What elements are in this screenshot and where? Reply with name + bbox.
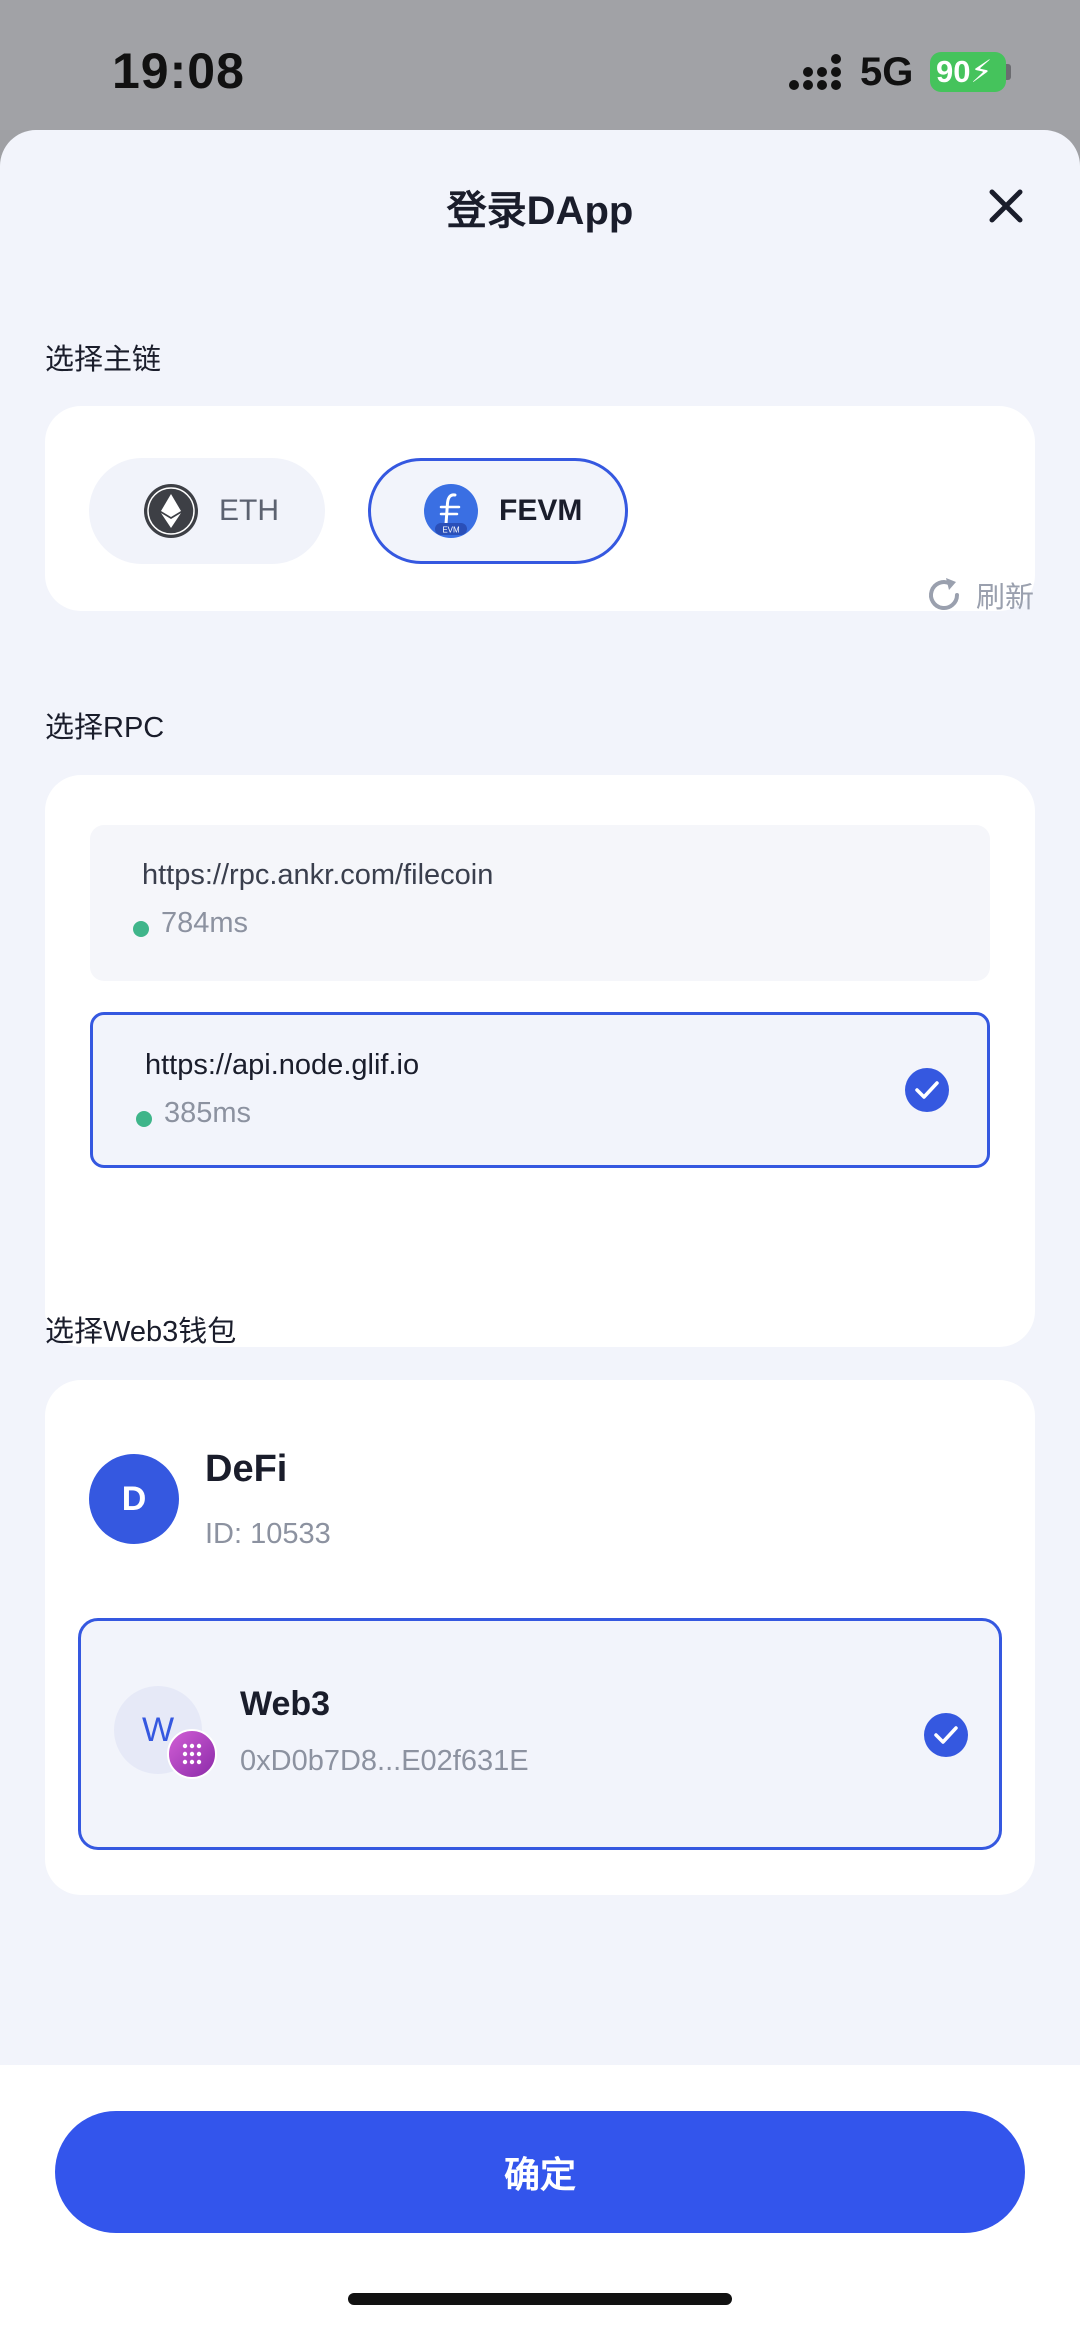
wallet-section-label: 选择Web3钱包 — [45, 1316, 237, 1348]
filecoin-evm-icon: EVM — [424, 484, 478, 538]
wallet-avatar: D — [89, 1454, 179, 1544]
chain-option-eth[interactable]: ETH — [89, 458, 325, 564]
account-name: Web3 — [240, 1685, 331, 1723]
chain-option-fevm[interactable]: EVM FEVM — [368, 458, 628, 564]
rpc-section-label: 选择RPC — [45, 712, 165, 744]
refresh-button[interactable]: 刷新 — [924, 574, 1034, 616]
wallet-name: DeFi — [205, 1448, 288, 1490]
status-time: 19:08 — [112, 43, 245, 99]
close-icon[interactable] — [984, 184, 1028, 228]
chain-option-label: ETH — [219, 494, 279, 527]
check-circle-icon — [924, 1713, 968, 1757]
chain-card: ETH EVM FEVM — [45, 406, 1035, 611]
confirm-button[interactable]: 确定 — [55, 2111, 1025, 2233]
evm-caption: EVM — [442, 526, 460, 535]
network-label: 5G — [860, 50, 914, 94]
rpc-url: https://rpc.ankr.com/filecoin — [142, 859, 494, 891]
rpc-latency: 784ms — [161, 907, 249, 939]
sheet-title: 登录DApp — [446, 189, 634, 233]
refresh-icon — [929, 578, 959, 611]
battery-cap — [1006, 64, 1011, 80]
wallet-app-badge-icon — [167, 1729, 217, 1779]
rpc-latency: 385ms — [164, 1097, 252, 1129]
web3-account-option[interactable]: W Web3 0xD0b7D8...E02f631E — [78, 1618, 1002, 1850]
latency-status-dot — [136, 1111, 152, 1127]
latency-status-dot — [133, 921, 149, 937]
rpc-option[interactable]: https://rpc.ankr.com/filecoin 784ms — [90, 825, 990, 981]
account-address: 0xD0b7D8...E02f631E — [240, 1745, 529, 1777]
check-circle-icon — [905, 1068, 949, 1112]
refresh-label: 刷新 — [976, 582, 1035, 614]
ethereum-icon — [144, 484, 198, 538]
battery-level: 90 — [936, 54, 971, 89]
signal-icon — [789, 54, 841, 90]
footer: 确定 — [0, 2065, 1080, 2337]
chain-section-label: 选择主链 — [45, 344, 162, 376]
rpc-option-selected[interactable]: https://api.node.glif.io 385ms — [90, 1012, 990, 1168]
charging-icon: ⚡ — [970, 54, 993, 89]
battery-indicator: 90⚡ — [930, 52, 1006, 92]
wallet-card: D DeFi ID: 10533 W Web3 0xD0b7D8...E02f6… — [45, 1380, 1035, 1895]
wallet-id: ID: 10533 — [205, 1518, 331, 1550]
login-dapp-sheet: 登录DApp 选择主链 ETH EVM FEVM 选择RPC 刷新 https:… — [0, 130, 1080, 2337]
rpc-url: https://api.node.glif.io — [145, 1049, 420, 1081]
status-bar: 19:08 5G 90⚡ — [0, 0, 1080, 130]
rpc-card: https://rpc.ankr.com/filecoin 784ms http… — [45, 775, 1035, 1347]
chain-option-label: FEVM — [499, 494, 583, 527]
home-indicator — [348, 2293, 732, 2305]
